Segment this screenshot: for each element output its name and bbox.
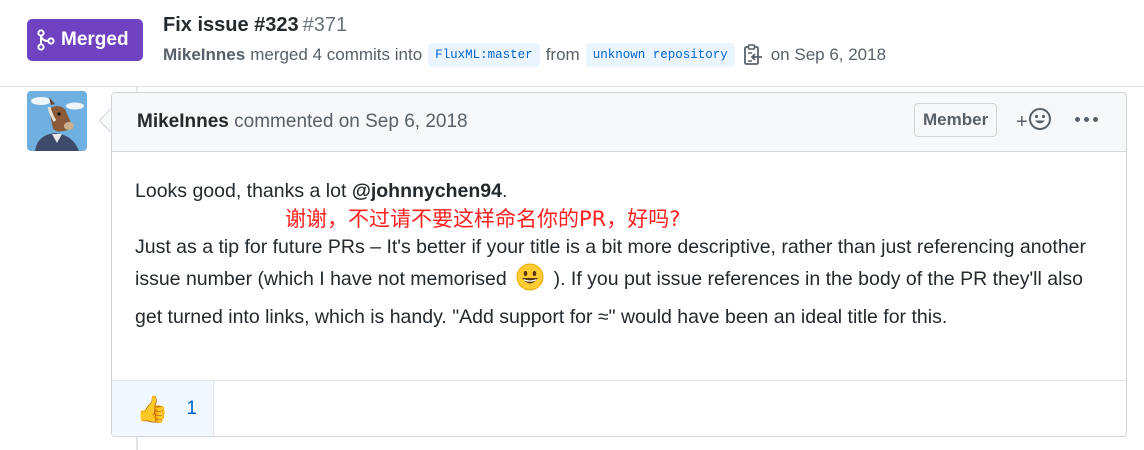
pr-header: Merged Fix issue #323 #371 MikeInnes merg… — [0, 0, 1144, 87]
reactions-bar: 👍 1 — [112, 380, 1126, 436]
kebab-horizontal-icon[interactable] — [1075, 117, 1098, 122]
comment-author-link[interactable]: MikeInnes — [137, 111, 229, 132]
reaction-count: 1 — [186, 398, 197, 419]
pr-title: Fix issue #323 #371 — [163, 14, 347, 37]
comment-box: MikeInnes commented on Sep 6, 2018 Membe… — [111, 92, 1127, 437]
base-branch[interactable]: FluxML:master — [428, 43, 540, 67]
annotation-text: 谢谢，不过请不要这样命名你的PR，好吗? — [285, 207, 681, 231]
pr-number: #371 — [302, 14, 348, 36]
pr-title-text: Fix issue #323 — [163, 14, 299, 36]
add-reaction-plus: + — [1016, 110, 1028, 133]
member-badge: Member — [914, 103, 998, 137]
comment-header: MikeInnes commented on Sep 6, 2018 Membe… — [112, 93, 1126, 152]
comment-line-1-end: . — [501, 180, 508, 202]
avatar[interactable] — [27, 91, 87, 151]
pr-merge-text: merged 4 commits into — [250, 45, 423, 64]
thumbs-up-reaction[interactable]: 👍 1 — [112, 381, 214, 436]
pr-meta: MikeInnes merged 4 commits into FluxML:m… — [163, 43, 886, 67]
pr-author-link[interactable]: MikeInnes — [163, 45, 245, 65]
comment-header-text: MikeInnes commented on Sep 6, 2018 — [137, 111, 468, 133]
comment-line-1-text: Looks good, thanks a lot — [135, 180, 347, 202]
thumbs-up-icon: 👍 — [136, 394, 169, 424]
comment-body: Looks good, thanks a lot @johnnychen94. … — [135, 175, 1110, 333]
pr-from-text: from — [545, 45, 580, 64]
pr-date: on Sep 6, 2018 — [770, 45, 887, 64]
grinning-face-icon — [516, 263, 544, 301]
merged-state-label: Merged — [61, 29, 129, 50]
add-reaction-button[interactable]: + — [1016, 107, 1052, 137]
clipboard-copy-icon[interactable] — [743, 44, 763, 66]
head-branch[interactable]: unknown repository — [585, 43, 735, 67]
user-mention-link[interactable]: @johnnychen94 — [352, 180, 502, 202]
smiley-icon — [1028, 107, 1052, 137]
comment-timestamp[interactable]: commented on Sep 6, 2018 — [234, 111, 467, 132]
merged-state-badge: Merged — [27, 19, 143, 61]
git-merge-icon — [37, 29, 55, 51]
comment-paragraph-2: Just as a tip for future PRs – It's bett… — [135, 231, 1110, 333]
